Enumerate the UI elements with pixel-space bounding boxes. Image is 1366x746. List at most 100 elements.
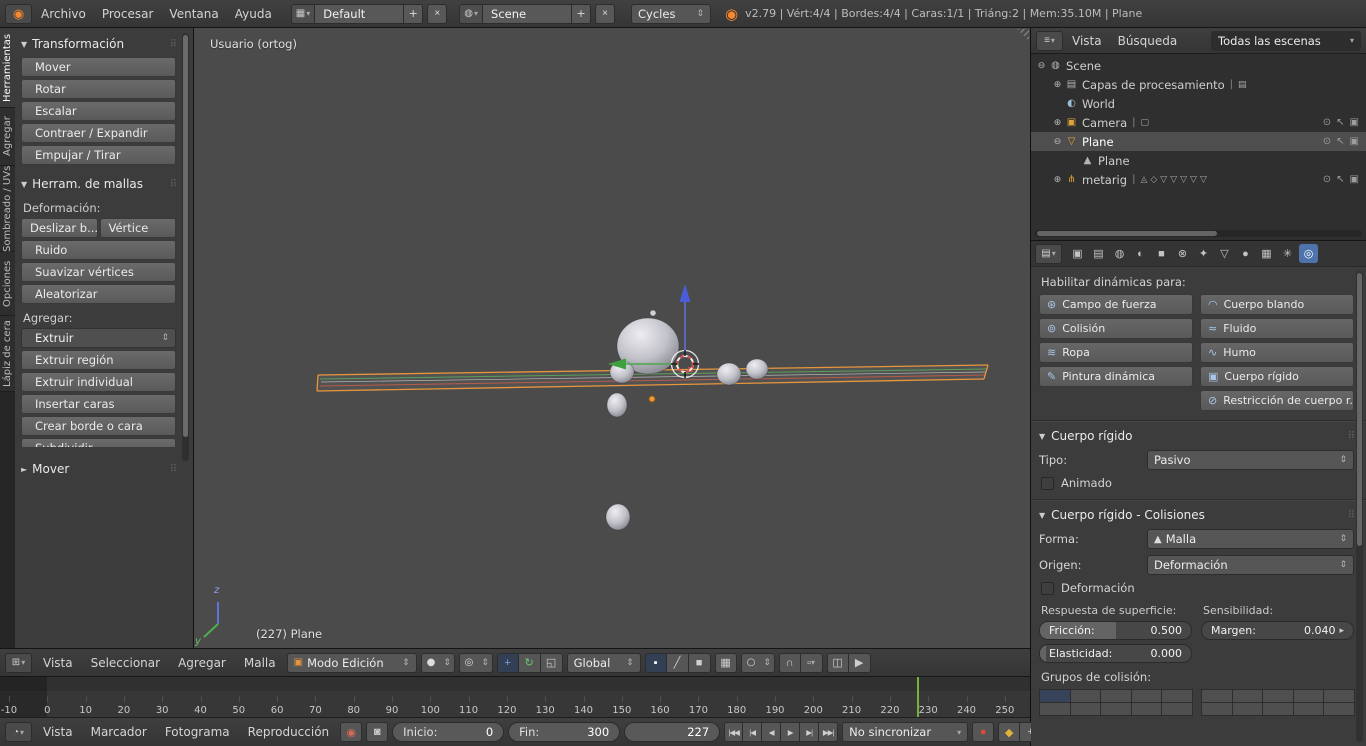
physics-fluid-button[interactable]: ≈Fluido bbox=[1200, 318, 1354, 339]
use-preview-range-button[interactable]: ◉ bbox=[340, 722, 362, 742]
tool-tab-opciones[interactable]: Opciones bbox=[0, 252, 15, 316]
menu-fotograma[interactable]: Fotograma bbox=[158, 725, 237, 739]
tool-button-escalar[interactable]: Escalar bbox=[21, 101, 176, 121]
edge-select-button[interactable]: ╱ bbox=[667, 653, 689, 673]
pointer-icon[interactable]: ↖ bbox=[1336, 117, 1344, 128]
margin-field[interactable]: Margen: 0.040 ▸ bbox=[1201, 621, 1354, 640]
collision-group-cell[interactable] bbox=[1293, 689, 1325, 703]
manipulator-z-arrow[interactable] bbox=[680, 284, 691, 302]
outliner-row-plane[interactable]: ⊖▽Plane⊙↖▣ bbox=[1031, 132, 1366, 151]
collision-group-cell[interactable] bbox=[1323, 689, 1355, 703]
friction-slider[interactable]: Fricción: 0.500 bbox=[1039, 621, 1192, 640]
menu-agregar[interactable]: Agregar bbox=[171, 656, 233, 670]
manipulator-translate-button[interactable]: + bbox=[497, 653, 519, 673]
snap-element-dropdown[interactable]: ▫▾ bbox=[801, 653, 823, 673]
mesh-tools-panel-header[interactable]: ▼ Herram. de mallas ⠿ bbox=[21, 174, 176, 194]
previous-keyframe-button[interactable]: |◀ bbox=[743, 722, 762, 742]
display-filter-dropdown[interactable]: Todas las escenas ▾ bbox=[1211, 31, 1361, 51]
eye-icon[interactable]: ⊙ bbox=[1323, 117, 1331, 128]
tab-scene[interactable]: ◍ bbox=[1110, 244, 1129, 263]
tool-button-mover[interactable]: Mover bbox=[21, 57, 176, 77]
collision-group-cell[interactable] bbox=[1070, 702, 1102, 716]
collapse-toggle-icon[interactable]: ⊖ bbox=[1035, 61, 1048, 71]
screen-layout-browse-button[interactable]: ▦ ▾ bbox=[292, 5, 315, 23]
collision-group-cell[interactable] bbox=[1161, 702, 1193, 716]
snap-toggle-button[interactable]: ∩ bbox=[779, 653, 801, 673]
camera-restrict-icon[interactable]: ▣ bbox=[1350, 117, 1359, 128]
menu-malla[interactable]: Malla bbox=[237, 656, 283, 670]
collision-group-cell[interactable] bbox=[1232, 702, 1264, 716]
tab-material[interactable]: ● bbox=[1236, 244, 1255, 263]
tool-button-crear-borde-o-cara[interactable]: Crear borde o cara bbox=[21, 416, 176, 436]
tool-button-aleatorizar[interactable]: Aleatorizar bbox=[21, 284, 176, 304]
outliner-row-metarig[interactable]: ⊕⋔metarig|◬◇▽▽▽▽▽⊙↖▣ bbox=[1031, 170, 1366, 189]
editor-type-button-outliner[interactable]: ≡ ▾ bbox=[1036, 31, 1063, 51]
frame-start-field[interactable]: Inicio: 0 bbox=[392, 722, 504, 742]
pointer-icon[interactable]: ↖ bbox=[1336, 174, 1344, 185]
menu-ventana[interactable]: Ventana bbox=[162, 7, 225, 21]
tool-button-vértice[interactable]: Vértice bbox=[100, 218, 177, 238]
scene-name[interactable]: Scene bbox=[483, 7, 571, 21]
collision-group-cell[interactable] bbox=[1100, 702, 1132, 716]
editor-type-button-3dview[interactable]: ⊞ ▾ bbox=[5, 653, 32, 673]
tool-button-insertar-caras[interactable]: Insertar caras bbox=[21, 394, 176, 414]
play-button[interactable]: ▶ bbox=[781, 722, 800, 742]
outliner-row-world[interactable]: ◐World bbox=[1031, 94, 1366, 113]
eye-icon[interactable]: ⊙ bbox=[1323, 174, 1331, 185]
tab-physics[interactable]: ◎ bbox=[1299, 244, 1318, 263]
tool-tab-herramientas[interactable]: Herramientas bbox=[0, 28, 15, 108]
manipulator-scale-button[interactable]: ◱ bbox=[541, 653, 563, 673]
rigid-body-panel-header[interactable]: ▼ Cuerpo rígido ⠿ bbox=[1039, 429, 1354, 443]
viewport-shading-dropdown[interactable]: ● ⇕ bbox=[421, 653, 455, 673]
menu-reproduccion[interactable]: Reproducción bbox=[241, 725, 337, 739]
scrollbar-thumb[interactable] bbox=[183, 35, 188, 437]
expand-toggle-icon[interactable]: ⊕ bbox=[1051, 80, 1064, 90]
add-screen-layout-button[interactable]: + bbox=[403, 5, 422, 23]
eye-icon[interactable]: ⊙ bbox=[1323, 136, 1331, 147]
menu-seleccionar[interactable]: Seleccionar bbox=[84, 656, 167, 670]
move-panel-header[interactable]: ► Mover ⠿ bbox=[21, 459, 176, 479]
outliner-row-scene[interactable]: ⊖◍Scene bbox=[1031, 56, 1366, 75]
outliner-row-capas-de-procesamiento[interactable]: ⊕▤Capas de procesamiento|▤ bbox=[1031, 75, 1366, 94]
tool-button-subdividir[interactable]: Subdividir bbox=[21, 438, 176, 447]
collision-group-cell[interactable] bbox=[1201, 689, 1233, 703]
outliner-row-plane[interactable]: ▲Plane bbox=[1031, 151, 1366, 170]
tab-render-layers[interactable]: ▤ bbox=[1089, 244, 1108, 263]
camera-restrict-icon[interactable]: ▣ bbox=[1350, 174, 1359, 185]
editor-type-button-timeline[interactable]: ◔ ▾ bbox=[5, 722, 32, 742]
panel-drag-dots-icon[interactable]: ⠿ bbox=[170, 179, 176, 190]
panel-drag-dots-icon[interactable]: ⠿ bbox=[170, 39, 176, 50]
screen-layout-name[interactable]: Default bbox=[315, 7, 403, 21]
tool-tab-lápiz-de-cera[interactable]: Lápiz de cera bbox=[0, 316, 15, 392]
render-engine-dropdown[interactable]: Cycles ⇕ bbox=[631, 4, 711, 24]
extrude-menu-dropdown[interactable]: Extruir ⇕ bbox=[21, 328, 176, 348]
lock-time-cursor-button[interactable]: ◙ bbox=[366, 722, 388, 742]
collision-source-dropdown[interactable]: Deformación ⇕ bbox=[1147, 555, 1354, 575]
tab-modifiers[interactable]: ✦ bbox=[1194, 244, 1213, 263]
face-select-button[interactable]: ■ bbox=[689, 653, 711, 673]
collision-group-cell[interactable] bbox=[1201, 702, 1233, 716]
frame-end-field[interactable]: Fin: 300 bbox=[508, 722, 620, 742]
rigid-body-type-dropdown[interactable]: Pasivo ⇕ bbox=[1147, 450, 1354, 470]
collision-group-cell[interactable] bbox=[1100, 689, 1132, 703]
tool-button-suavizar-vértices[interactable]: Suavizar vértices bbox=[21, 262, 176, 282]
collision-group-cell[interactable] bbox=[1039, 689, 1071, 703]
scrollbar-thumb[interactable] bbox=[1357, 273, 1362, 546]
restitution-slider[interactable]: Elasticidad: 0.000 bbox=[1039, 644, 1192, 663]
tool-button-ruido[interactable]: Ruido bbox=[21, 240, 176, 260]
occlude-geometry-button[interactable]: ▦ bbox=[715, 653, 737, 673]
tab-particles[interactable]: ✳ bbox=[1278, 244, 1297, 263]
viewport-3d[interactable]: Usuario (ortog) (227) Plane z y bbox=[194, 28, 1030, 648]
camera-restrict-icon[interactable]: ▣ bbox=[1350, 136, 1359, 147]
collision-group-cell[interactable] bbox=[1039, 702, 1071, 716]
menu-vista-3d[interactable]: Vista bbox=[36, 656, 80, 670]
jump-to-end-button[interactable]: ▶▶| bbox=[819, 722, 838, 742]
collision-group-cell[interactable] bbox=[1161, 689, 1193, 703]
menu-archivo[interactable]: Archivo bbox=[34, 7, 93, 21]
collision-group-cell[interactable] bbox=[1070, 689, 1102, 703]
panel-drag-dots-icon[interactable]: ⠿ bbox=[170, 464, 176, 475]
sync-mode-dropdown[interactable]: No sincronizar ▾ bbox=[842, 722, 968, 742]
panel-drag-dots-icon[interactable]: ⠿ bbox=[1348, 510, 1354, 521]
transform-panel-header[interactable]: ▼ Transformación ⠿ bbox=[21, 34, 176, 54]
tab-render[interactable]: ▣ bbox=[1068, 244, 1087, 263]
